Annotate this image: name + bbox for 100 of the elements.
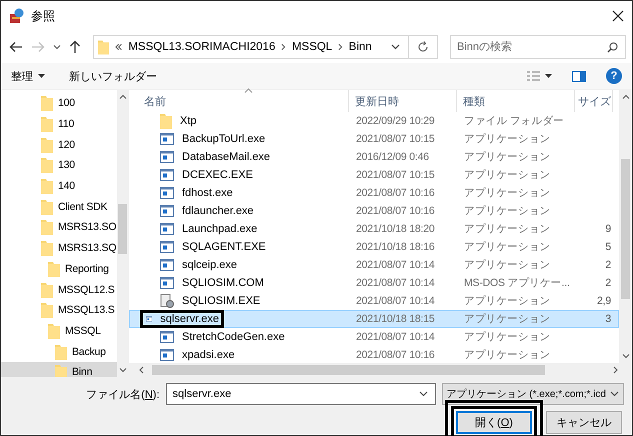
file-row[interactable]: DCEXEC.EXE 2021/08/07 10:15 アプリケーション xyxy=(129,166,619,184)
file-row[interactable]: Xtp 2022/09/29 10:29 ファイル フォルダー xyxy=(129,112,619,130)
file-row[interactable]: Launchpad.exe 2021/10/18 18:20 アプリケーション 9 xyxy=(129,220,619,238)
folder-icon xyxy=(41,136,53,153)
type-cell-text: アプリケーション xyxy=(463,330,552,344)
application-icon xyxy=(160,349,174,361)
scroll-right-icon xyxy=(613,366,618,374)
new-folder-button[interactable]: 新しいフォルダー xyxy=(69,68,157,84)
help-button[interactable]: ? xyxy=(606,68,622,84)
preview-pane-button[interactable] xyxy=(572,70,586,82)
folder-icon xyxy=(48,322,60,339)
scroll-up-icon xyxy=(622,94,630,99)
type-cell-text: アプリケーション xyxy=(463,240,552,254)
folder-tree-item[interactable]: MSSQL12.S xyxy=(1,279,117,300)
folder-tree-item[interactable]: Backup xyxy=(1,341,117,362)
search-field[interactable]: Binnの検索 xyxy=(450,35,626,59)
search-icon xyxy=(607,42,618,53)
type-cell-text: アプリケーション xyxy=(463,312,552,326)
sort-ascending-icon xyxy=(244,88,253,93)
breadcrumb[interactable]: MSSQL13.SORIMACHI2016 xyxy=(128,41,276,53)
horizontal-scrollbar[interactable] xyxy=(129,363,632,377)
scroll-left-icon xyxy=(139,366,144,374)
view-options-button[interactable] xyxy=(527,71,552,81)
folder-tree-item[interactable]: 140 xyxy=(1,176,117,196)
open-button[interactable]: 開く(O) xyxy=(456,411,532,434)
file-type-dropdown[interactable]: アプリケーション (*.exe;*.com;*.icd xyxy=(442,383,624,405)
file-row[interactable]: BackupToUrl.exe 2021/08/07 10:15 アプリケーション xyxy=(129,130,619,148)
type-cell-text: アプリケーション xyxy=(463,294,552,308)
file-row[interactable]: DatabaseMail.exe 2016/12/09 0:46 アプリケーション xyxy=(129,148,619,166)
scrollbar-thumb[interactable] xyxy=(621,159,630,299)
application-icon xyxy=(160,151,174,163)
cancel-button[interactable]: キャンセル xyxy=(546,411,622,434)
folder-tree-item[interactable]: Reporting xyxy=(1,258,117,280)
folder-icon xyxy=(41,219,53,236)
scroll-down-icon xyxy=(118,368,126,373)
folder-tree-item[interactable]: Binn xyxy=(1,362,117,377)
folder-tree-item[interactable]: MSSQL xyxy=(1,320,117,342)
breadcrumb[interactable]: Binn xyxy=(348,41,372,53)
file-row[interactable]: sqlceip.exe 2021/08/07 10:14 アプリケーション 2 xyxy=(129,256,619,274)
organize-menu[interactable]: 整理 xyxy=(11,68,45,84)
application-icon xyxy=(146,313,152,325)
file-row[interactable]: fdlauncher.exe 2021/08/07 10:16 アプリケーション xyxy=(129,202,619,220)
file-row[interactable]: SQLIOSIM.EXE 2021/08/07 10:14 アプリケーション 2,9 xyxy=(129,292,619,310)
folder-tree-item[interactable]: 100 xyxy=(1,93,117,114)
caret-icon xyxy=(418,391,428,397)
list-view-icon xyxy=(527,71,540,81)
folder-tree-item[interactable]: MSSQL13.S xyxy=(1,300,117,321)
date-cell-text: 2021/08/07 10:16 xyxy=(355,348,436,362)
file-row[interactable]: sqlservr.exe 2021/10/18 18:15 アプリケーション 3 xyxy=(129,310,619,328)
column-header[interactable]: サイズ xyxy=(575,90,613,112)
file-row[interactable]: StretchCodeGen.exe 2021/08/07 10:14 アプリケーション xyxy=(129,328,619,346)
vertical-scrollbar[interactable] xyxy=(117,90,128,377)
folder-tree-item[interactable]: MSRS13.SQ xyxy=(1,238,117,258)
folder-icon xyxy=(41,198,53,215)
file-row[interactable]: fdhost.exe 2021/08/07 10:16 アプリケーション xyxy=(129,184,619,202)
type-cell-text: アプリケーション xyxy=(463,222,552,236)
folder-tree-item[interactable]: 110 xyxy=(1,114,117,134)
file-name: xpadsi.exe xyxy=(181,348,236,362)
type-cell-text: アプリケーション xyxy=(463,204,552,218)
column-header[interactable]: 種類 xyxy=(457,90,575,112)
application-icon xyxy=(160,277,174,289)
folder-icon xyxy=(55,344,67,360)
chevron-right-icon xyxy=(281,43,286,51)
application-icon xyxy=(160,241,174,253)
date-cell-text: 2021/08/07 10:16 xyxy=(355,204,436,218)
folder-tree-item[interactable]: 120 xyxy=(1,134,117,156)
address-bar[interactable]: MSSQL13.SORIMACHI2016 MSSQL Binn xyxy=(93,35,409,59)
forward-icon xyxy=(31,41,45,53)
scrollbar-thumb[interactable] xyxy=(118,204,127,254)
caret-icon xyxy=(391,44,400,50)
file-name: StretchCodeGen.exe xyxy=(181,330,286,344)
refresh-button[interactable] xyxy=(409,35,438,59)
file-name-field[interactable]: sqlservr.exe xyxy=(166,383,436,405)
date-cell-text: 2021/08/07 10:15 xyxy=(355,168,436,182)
type-cell-text: ファイル フォルダー xyxy=(463,114,565,128)
file-row[interactable]: xpadsi.exe 2021/08/07 10:16 アプリケーション xyxy=(129,346,619,364)
folder-tree-item[interactable]: 130 xyxy=(1,155,117,176)
date-cell-text: 2021/08/07 10:16 xyxy=(355,186,436,200)
folder-icon xyxy=(41,95,53,112)
file-row[interactable]: SQLAGENT.EXE 2021/10/18 18:16 アプリケーション 5 xyxy=(129,238,619,256)
application-icon xyxy=(160,331,174,343)
column-header[interactable]: 更新日時 xyxy=(349,90,457,112)
type-cell-text: アプリケーション xyxy=(463,348,552,362)
scrollbar-thumb[interactable] xyxy=(152,365,545,375)
column-header[interactable]: 名前 xyxy=(129,90,349,112)
breadcrumb[interactable]: MSSQL xyxy=(292,41,332,53)
vertical-scrollbar[interactable] xyxy=(619,90,632,363)
application-icon xyxy=(160,205,174,217)
folder-icon xyxy=(160,113,172,129)
back-icon xyxy=(9,41,23,53)
file-name: DatabaseMail.exe xyxy=(181,150,272,164)
recent-locations-button[interactable] xyxy=(51,42,63,52)
application-icon xyxy=(160,223,174,235)
folder-tree-item[interactable]: Client SDK xyxy=(1,196,117,218)
close-button[interactable] xyxy=(612,10,624,22)
size-cell-text: 5 xyxy=(604,240,612,254)
file-row[interactable]: SQLIOSIM.COM 2021/08/07 10:14 MS-DOS アプリケー... 2 xyxy=(129,274,619,292)
close-icon xyxy=(612,10,624,22)
folder-tree-item[interactable]: MSRS13.SO xyxy=(1,217,117,238)
date-cell-text: 2021/10/18 18:15 xyxy=(355,312,436,326)
